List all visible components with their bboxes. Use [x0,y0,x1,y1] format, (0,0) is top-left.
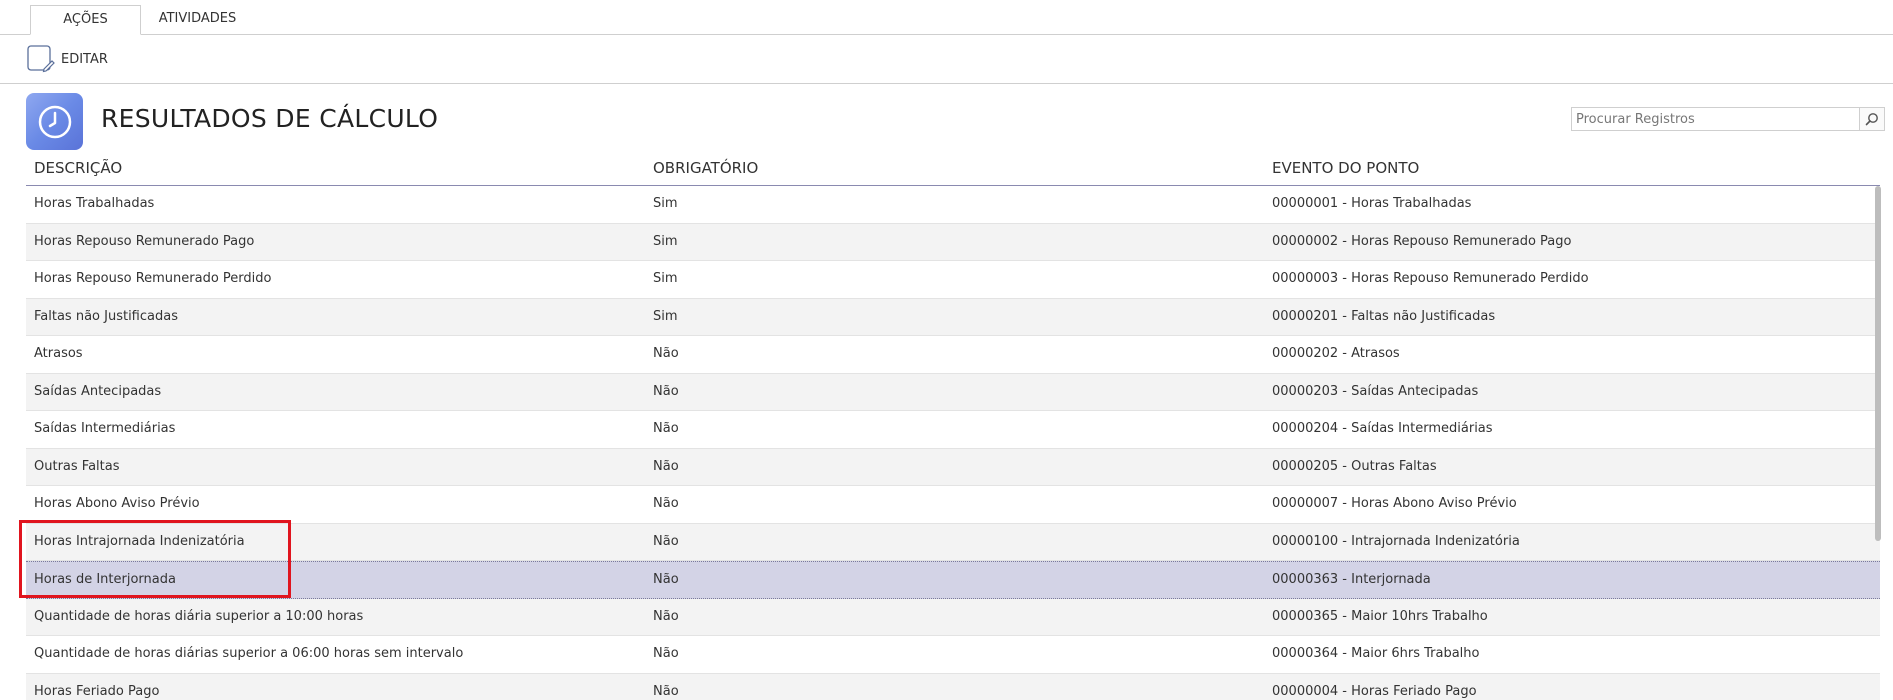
cell-descricao: Horas Repouso Remunerado Perdido [34,271,272,286]
cell-descricao: Atrasos [34,346,83,361]
tab-acoes[interactable]: AÇÕES [30,5,141,35]
cell-descricao: Horas Abono Aviso Prévio [34,496,200,511]
table-row[interactable]: Horas Intrajornada Indenizatória Não 000… [26,523,1880,561]
table-row[interactable]: Horas Feriado Pago Não 00000004 - Horas … [26,673,1880,700]
search-icon [1865,113,1878,126]
vertical-scrollbar[interactable] [1874,186,1882,700]
cell-evento: 00000205 - Outras Faltas [1272,458,1437,474]
cell-obrigatorio: Não [653,421,679,436]
table-row[interactable]: Atrasos Não 00000202 - Atrasos [26,336,1880,374]
cell-evento: 00000001 - Horas Trabalhadas [1272,196,1472,211]
cell-obrigatorio: Não [653,383,679,399]
tab-atividades[interactable]: ATIVIDADES [145,5,250,35]
cell-descricao: Horas Feriado Pago [34,683,160,699]
edit-icon [27,45,55,73]
table-row[interactable]: Outras Faltas Não 00000205 - Outras Falt… [26,448,1880,486]
cell-descricao: Quantidade de horas diárias superior a 0… [34,646,464,661]
cell-obrigatorio: Sim [653,308,678,324]
cell-evento: 00000202 - Atrasos [1272,346,1400,361]
cell-descricao: Saídas Antecipadas [34,383,162,399]
search-box [1571,107,1885,131]
cell-evento: 00000002 - Horas Repouso Remunerado Pago [1272,233,1572,249]
cell-obrigatorio: Não [653,608,679,624]
column-header-obrigatorio[interactable]: OBRIGATÓRIO [653,159,758,177]
cell-obrigatorio: Não [653,346,679,361]
table-row[interactable]: Saídas Antecipadas Não 00000203 - Saídas… [26,373,1880,411]
search-input[interactable] [1572,108,1860,130]
cell-descricao: Outras Faltas [34,458,120,474]
cell-evento: 00000363 - Interjornada [1272,572,1431,587]
table-row-selected[interactable]: Horas de Interjornada Não 00000363 - Int… [26,561,1880,599]
cell-obrigatorio: Não [653,683,679,699]
cell-descricao: Horas Intrajornada Indenizatória [34,533,245,549]
table-body: Horas Trabalhadas Sim 00000001 - Horas T… [26,186,1880,700]
scrollbar-thumb[interactable] [1875,186,1881,541]
cell-obrigatorio: Não [653,646,679,661]
table-row[interactable]: Quantidade de horas diária superior a 10… [26,598,1880,636]
cell-obrigatorio: Não [653,496,679,511]
cell-evento: 00000365 - Maior 10hrs Trabalho [1272,608,1488,624]
cell-descricao: Faltas não Justificadas [34,308,178,324]
cell-obrigatorio: Não [653,458,679,474]
cell-evento: 00000100 - Intrajornada Indenizatória [1272,533,1520,549]
table-row[interactable]: Horas Repouso Remunerado Perdido Sim 000… [26,261,1880,299]
cell-descricao: Saídas Intermediárias [34,421,176,436]
edit-button[interactable]: EDITAR [27,44,108,74]
table-row[interactable]: Saídas Intermediárias Não 00000204 - Saí… [26,411,1880,449]
cell-evento: 00000003 - Horas Repouso Remunerado Perd… [1272,271,1589,286]
cell-obrigatorio: Não [653,572,679,587]
cell-evento: 00000204 - Saídas Intermediárias [1272,421,1493,436]
app-window: AÇÕES ATIVIDADES EDITAR RESULTADOS DE CÁ… [0,0,1893,700]
edit-button-label: EDITAR [61,51,108,67]
cell-evento: 00000364 - Maior 6hrs Trabalho [1272,646,1480,661]
search-button[interactable] [1859,108,1884,130]
cell-descricao: Horas Trabalhadas [34,196,155,211]
table-row[interactable]: Horas Repouso Remunerado Pago Sim 000000… [26,223,1880,261]
clock-icon [26,93,83,150]
column-header-evento[interactable]: EVENTO DO PONTO [1272,159,1419,177]
table-header: DESCRIÇÃO OBRIGATÓRIO EVENTO DO PONTO [26,155,1880,186]
column-header-descricao[interactable]: DESCRIÇÃO [34,159,122,177]
cell-descricao: Horas de Interjornada [34,572,176,587]
table-row[interactable]: Quantidade de horas diárias superior a 0… [26,636,1880,674]
toolbar: EDITAR [0,35,1893,84]
cell-evento: 00000004 - Horas Feriado Pago [1272,683,1477,699]
table-row[interactable]: Horas Trabalhadas Sim 00000001 - Horas T… [26,186,1880,224]
cell-evento: 00000007 - Horas Abono Aviso Prévio [1272,496,1517,511]
page-title: RESULTADOS DE CÁLCULO [101,104,439,133]
cell-evento: 00000201 - Faltas não Justificadas [1272,308,1496,324]
table-row[interactable]: Faltas não Justificadas Sim 00000201 - F… [26,298,1880,336]
cell-evento: 00000203 - Saídas Antecipadas [1272,383,1479,399]
results-table: DESCRIÇÃO OBRIGATÓRIO EVENTO DO PONTO Ho… [26,155,1880,700]
table-row[interactable]: Horas Abono Aviso Prévio Não 00000007 - … [26,486,1880,524]
cell-descricao: Horas Repouso Remunerado Pago [34,233,255,249]
tab-bar: AÇÕES ATIVIDADES [0,0,1893,35]
cell-descricao: Quantidade de horas diária superior a 10… [34,608,364,624]
cell-obrigatorio: Não [653,533,679,549]
cell-obrigatorio: Sim [653,271,678,286]
cell-obrigatorio: Sim [653,196,678,211]
cell-obrigatorio: Sim [653,233,678,249]
